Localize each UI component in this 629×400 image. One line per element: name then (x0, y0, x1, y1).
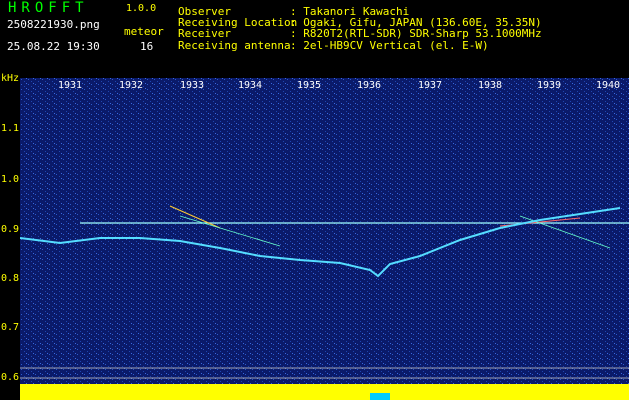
x-tick: 1936 (357, 80, 382, 91)
y-tick: 0.7 (1, 322, 20, 333)
y-tick: 0.8 (1, 273, 20, 284)
info-key-antenna: Receiving antenna (178, 39, 291, 52)
x-tick: 1938 (478, 80, 503, 91)
app-version: 1.0.0 (126, 3, 157, 14)
info-value-antenna: : 2el-HB9CV Vertical (el. E-W) (290, 39, 489, 52)
capture-datetime: 25.08.22 19:30 (7, 40, 100, 53)
x-tick: 1937 (418, 80, 443, 91)
header-panel: HROFFT 1.0.0 2508221930.png meteor 25.08… (0, 0, 629, 72)
x-tick: 1934 (238, 80, 263, 91)
y-tick: 1.1 (1, 123, 20, 134)
app-title: HROFFT (8, 0, 89, 16)
spectrogram-background (20, 78, 629, 384)
x-tick: 1932 (119, 80, 144, 91)
x-tick: 1940 (596, 80, 621, 91)
x-tick: 1939 (537, 80, 562, 91)
image-filename: 2508221930.png (7, 18, 100, 31)
x-tick: 1931 (58, 80, 83, 91)
y-tick: 0.9 (1, 224, 20, 235)
meteor-count: 16 (140, 40, 154, 53)
amplitude-strip (20, 384, 629, 400)
y-axis-unit: kHz (1, 73, 20, 84)
y-tick: 1.0 (1, 174, 20, 185)
spectrogram-plot (20, 78, 629, 400)
x-tick: 1933 (180, 80, 205, 91)
meteor-label: meteor (124, 25, 164, 38)
y-tick: 0.6 (1, 372, 20, 383)
x-tick: 1935 (297, 80, 322, 91)
amplitude-strip-marker (370, 393, 390, 400)
